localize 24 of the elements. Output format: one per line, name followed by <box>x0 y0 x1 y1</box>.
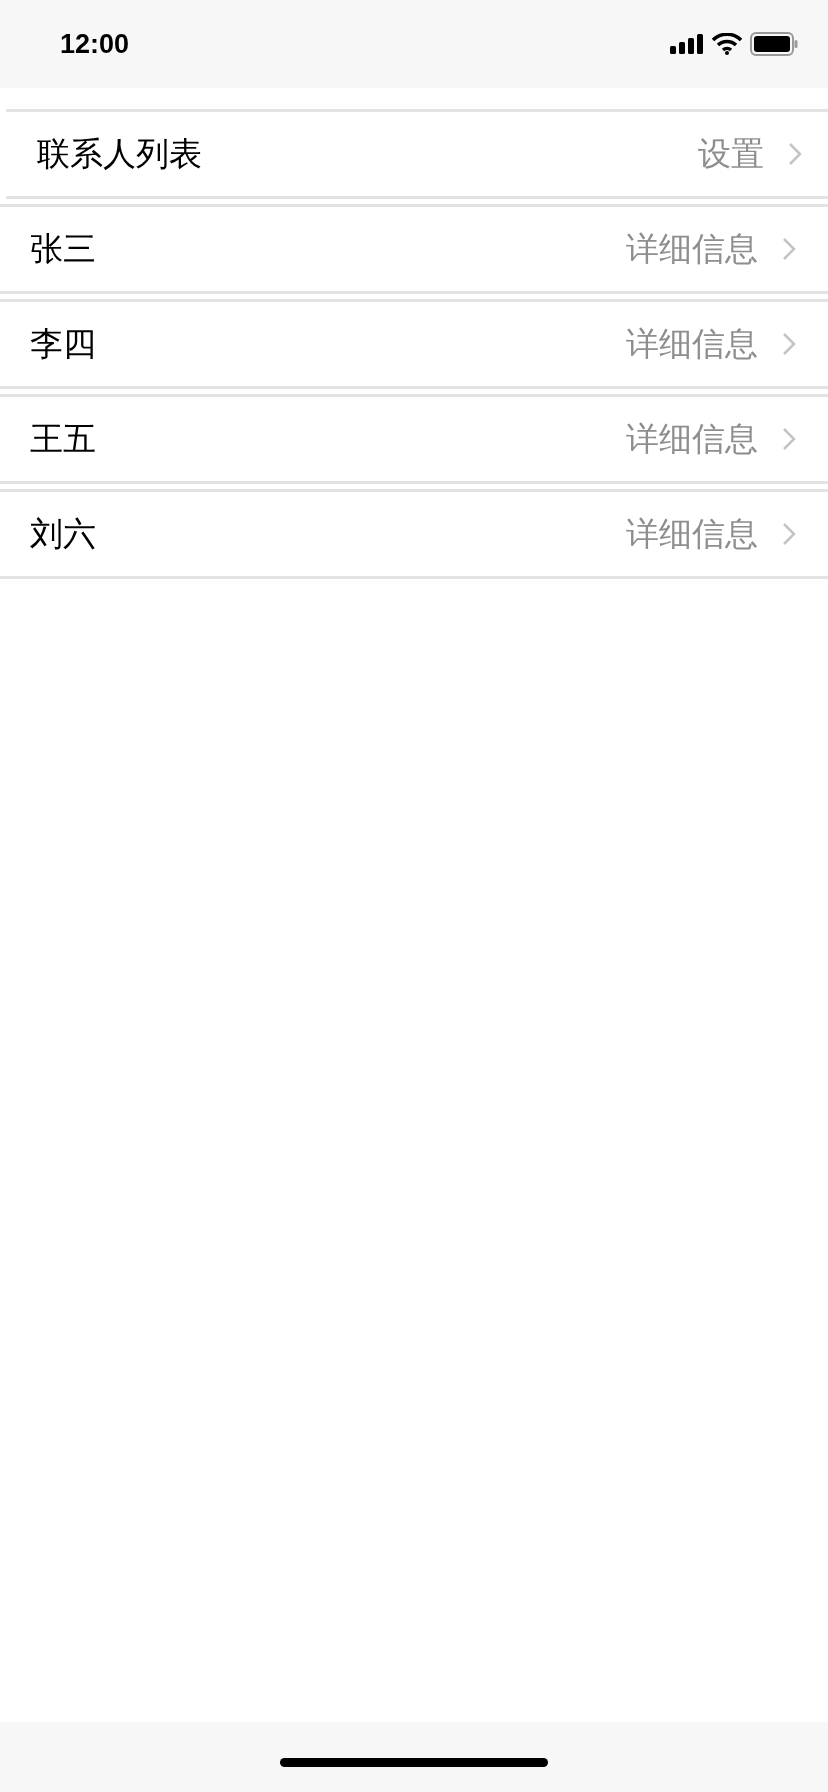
chevron-icon <box>782 237 796 261</box>
chevron-icon <box>788 142 802 166</box>
detail-link: 详细信息 <box>626 324 758 365</box>
detail-link: 详细信息 <box>626 514 758 555</box>
contact-row[interactable]: 王五 详细信息 <box>0 394 828 484</box>
detail-link: 详细信息 <box>626 419 758 460</box>
contact-row[interactable]: 刘六 详细信息 <box>0 489 828 579</box>
status-time: 12:00 <box>60 27 130 61</box>
contact-name: 王五 <box>30 419 96 460</box>
contact-name: 李四 <box>30 324 96 365</box>
chevron-icon <box>782 427 796 451</box>
chevron-icon <box>782 332 796 356</box>
detail-link: 详细信息 <box>626 229 758 270</box>
list-header[interactable]: 联系人列表 设置 <box>6 109 828 199</box>
contact-row[interactable]: 张三 详细信息 <box>0 204 828 294</box>
contact-name: 张三 <box>30 229 96 270</box>
home-indicator[interactable] <box>280 1757 548 1767</box>
wifi-icon <box>712 33 742 55</box>
list-title: 联系人列表 <box>37 134 202 175</box>
contact-name: 刘六 <box>30 514 96 555</box>
signal-icon <box>670 34 704 54</box>
contact-row[interactable]: 李四 详细信息 <box>0 299 828 389</box>
battery-icon <box>750 32 798 56</box>
chevron-icon <box>782 522 796 546</box>
